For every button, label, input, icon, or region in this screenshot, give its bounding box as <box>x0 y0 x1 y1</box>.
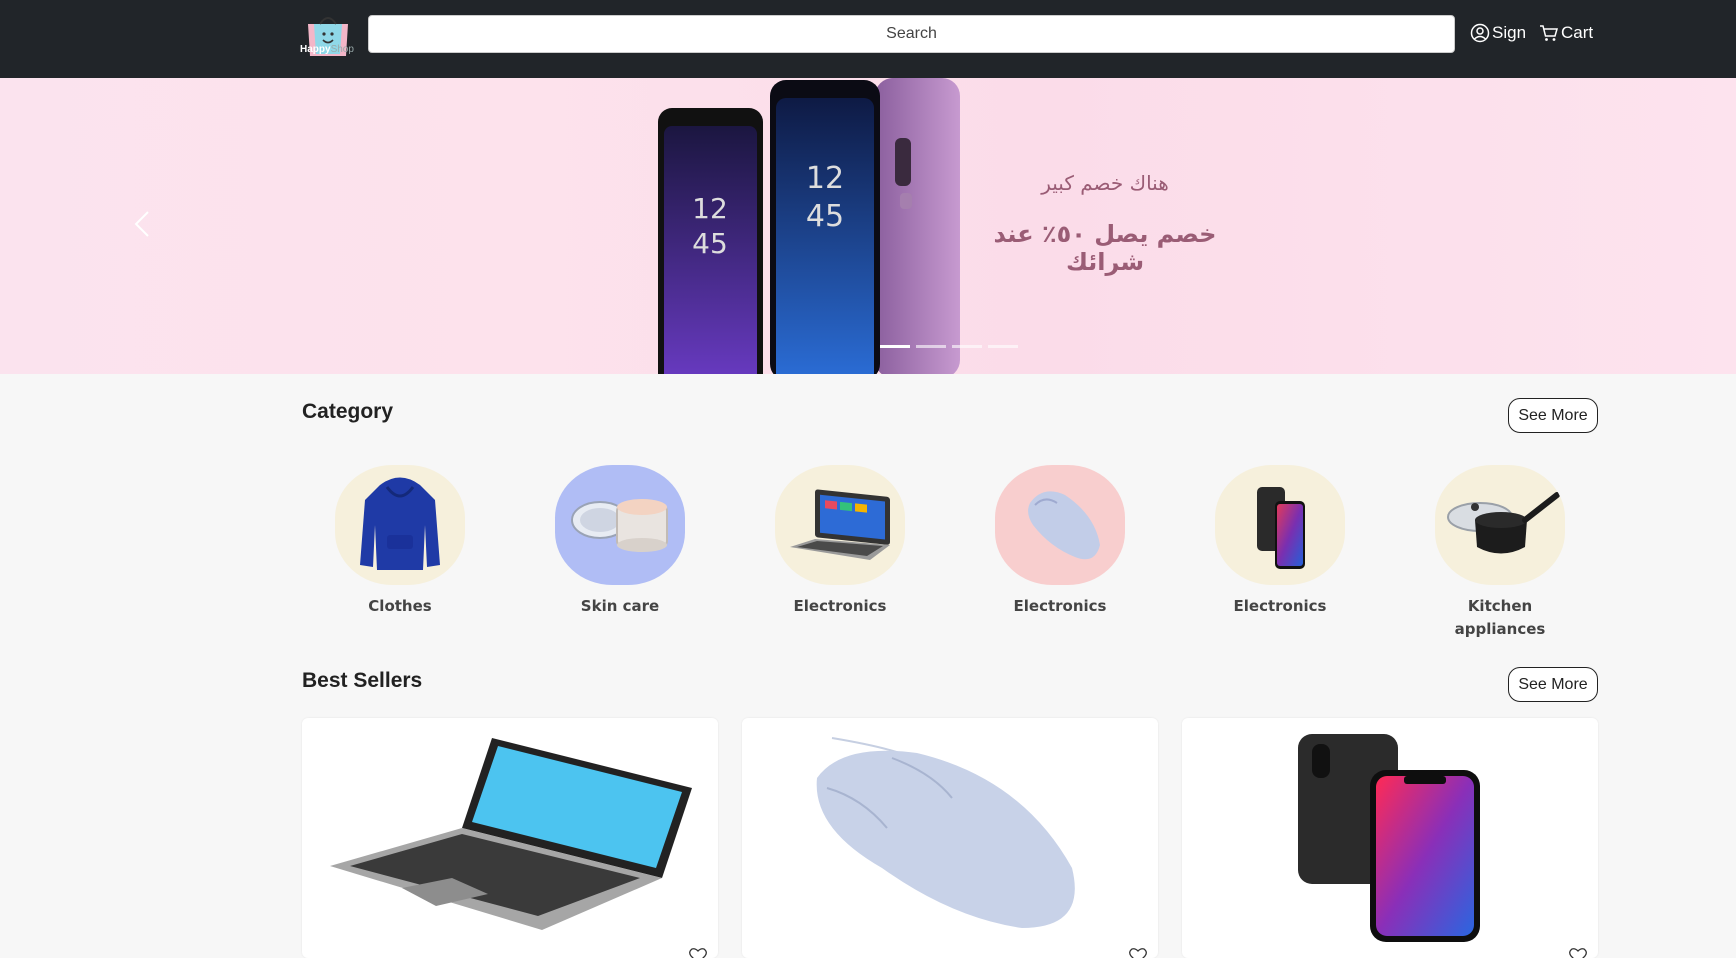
cream-jar-icon <box>571 499 668 552</box>
user-circle-icon <box>1470 23 1490 43</box>
hero-carousel: 12 45 12 45 هناك خصم كبير خصم يصل ٥٠٪ عن… <box>0 78 1736 374</box>
search-input[interactable]: Search <box>368 15 1455 53</box>
category-item-electronics-laptop[interactable]: Electronics <box>765 465 915 618</box>
carousel-prev-icon[interactable] <box>130 208 154 240</box>
category-label: Electronics <box>1013 597 1107 615</box>
category-label: Kitchen appliances <box>1454 597 1546 638</box>
carousel-dot-2[interactable] <box>916 345 946 348</box>
hoodie-icon <box>360 477 440 570</box>
logo-text-secondary: Shop <box>330 44 354 55</box>
phone-icon <box>1257 487 1305 569</box>
heart-icon[interactable] <box>688 946 708 958</box>
laptop-icon <box>330 738 692 930</box>
category-image <box>1435 465 1565 585</box>
product-card[interactable] <box>1182 718 1598 958</box>
phones-banner-image: 12 45 12 45 <box>658 78 960 374</box>
svg-text:12: 12 <box>806 161 844 196</box>
cart-label: Cart <box>1561 23 1594 42</box>
laptop-icon <box>790 489 890 560</box>
best-sellers-title: Best Sellers <box>302 669 423 692</box>
category-label: Electronics <box>1233 597 1327 615</box>
category-item-kitchen-appliances[interactable]: Kitchen appliances <box>1425 465 1575 641</box>
best-sellers-see-more-button[interactable]: See More <box>1508 667 1598 702</box>
product-card[interactable] <box>742 718 1158 958</box>
category-image <box>555 465 685 585</box>
sign-label: Sign <box>1492 23 1527 42</box>
mouse-icon <box>1028 491 1100 560</box>
heart-icon[interactable] <box>1568 946 1588 958</box>
category-label: Electronics <box>793 597 887 615</box>
svg-text:45: 45 <box>692 227 728 260</box>
logo-text[interactable]: HappyShop <box>300 44 354 55</box>
saucepan-icon <box>1447 492 1560 554</box>
heart-icon[interactable] <box>1128 946 1148 958</box>
category-label: Skin care <box>580 597 660 615</box>
cart-link[interactable]: Cart <box>1539 20 1593 46</box>
category-see-more-button[interactable]: See More <box>1508 398 1598 433</box>
carousel-indicators <box>880 345 1018 348</box>
sign-in-link[interactable]: Sign <box>1470 20 1526 46</box>
carousel-dot-1[interactable] <box>880 345 910 348</box>
carousel-dot-3[interactable] <box>952 345 982 348</box>
hero-subtitle: هناك خصم كبير <box>1041 171 1169 195</box>
category-item-skin-care[interactable]: Skin care <box>545 465 695 618</box>
category-image <box>775 465 905 585</box>
category-item-electronics-mouse[interactable]: Electronics <box>985 465 1135 618</box>
carousel-dot-4[interactable] <box>988 345 1018 348</box>
phone-icon <box>1298 734 1480 942</box>
svg-text:45: 45 <box>806 199 844 234</box>
mouse-icon <box>816 737 1075 928</box>
category-title: Category <box>302 400 394 423</box>
product-card[interactable] <box>302 718 718 958</box>
top-navbar: HappyShop Search Sign Cart <box>0 0 1736 78</box>
category-image <box>1215 465 1345 585</box>
svg-text:12: 12 <box>692 192 728 225</box>
category-image <box>995 465 1125 585</box>
category-image <box>335 465 465 585</box>
category-item-clothes[interactable]: Clothes <box>325 465 475 618</box>
category-item-electronics-phone[interactable]: Electronics <box>1205 465 1355 618</box>
hero-title: خصم يصل ٥٠٪ عند شرائك <box>993 220 1217 276</box>
logo-text-primary: Happy <box>300 44 331 55</box>
cart-icon <box>1540 25 1558 41</box>
category-label: Clothes <box>368 597 432 615</box>
